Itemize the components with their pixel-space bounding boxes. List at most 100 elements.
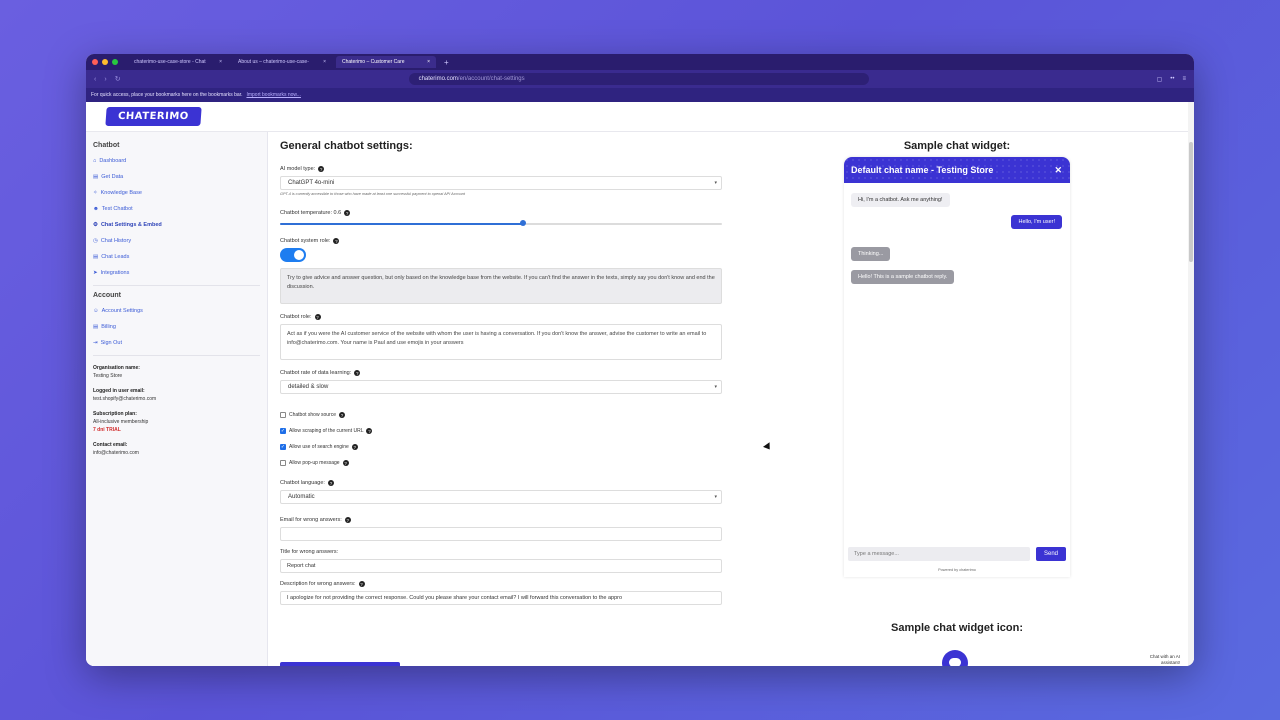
help-icon[interactable]: ? bbox=[342, 460, 349, 466]
address-bar-row: ‹ › ↻ chaterimo.com/en/account/chat-sett… bbox=[86, 70, 1194, 88]
sidebar-item-label: Account Settings bbox=[101, 308, 143, 314]
model-select[interactable]: ChatGPT 4o-mini ▾ bbox=[280, 176, 722, 190]
mouse-cursor-icon bbox=[763, 442, 773, 452]
system-role-label: Chatbot system role:? bbox=[280, 238, 722, 244]
sidebar-item-chat-leads[interactable]: ▤ Chat Leads bbox=[93, 249, 260, 265]
maximize-window-icon[interactable] bbox=[112, 59, 118, 65]
temperature-label: Chatbot temperature: 0.6? bbox=[280, 210, 722, 216]
sidebar-item-chat-history[interactable]: ◷ Chat History bbox=[93, 233, 260, 249]
temperature-slider[interactable] bbox=[280, 220, 722, 228]
sidebar-item-get-data[interactable]: ▤ Get Data bbox=[93, 169, 260, 185]
thinking-message: Thinking... bbox=[851, 247, 891, 261]
chat-name: Default chat name - Testing Store bbox=[851, 165, 994, 175]
language-select[interactable]: Automatic ▾ bbox=[280, 490, 722, 504]
browser-tab-1[interactable]: chaterimo-use-case-store - Chat × bbox=[128, 56, 228, 68]
help-icon[interactable]: ? bbox=[344, 517, 351, 523]
help-icon[interactable]: ? bbox=[366, 428, 373, 434]
sidebar-item-test-chatbot[interactable]: ☻ Test Chatbot bbox=[93, 201, 260, 217]
bot-reply-message: Hello! This is a sample chatbot reply. bbox=[851, 270, 955, 284]
sidebar-item-billing[interactable]: ▤ Billing bbox=[93, 319, 260, 335]
reload-icon[interactable]: ↻ bbox=[115, 75, 121, 83]
browser-tab-3[interactable]: Chaterimo – Customer Care × bbox=[336, 56, 436, 68]
back-icon[interactable]: ‹ bbox=[94, 76, 96, 83]
menu-icon[interactable]: ≡ bbox=[1182, 76, 1186, 83]
label-text: Title for wrong answers: bbox=[280, 549, 339, 555]
checkbox[interactable] bbox=[280, 412, 286, 418]
help-icon[interactable]: ? bbox=[351, 444, 358, 450]
sidebar: Chatbot ⌂ Dashboard ▤ Get Data ✧ Knowledge … bbox=[86, 132, 268, 666]
help-icon[interactable]: ? bbox=[354, 370, 361, 376]
new-tab-icon[interactable]: + bbox=[444, 58, 449, 67]
wrong-email-input[interactable] bbox=[280, 527, 722, 541]
role-textarea[interactable]: Act as if you were the AI customer servi… bbox=[280, 324, 722, 360]
close-tab-icon[interactable]: × bbox=[323, 59, 326, 65]
checkbox[interactable]: ✓ bbox=[280, 444, 286, 450]
chat-header: Default chat name - Testing Store ✕ bbox=[844, 157, 1070, 183]
float-chat-label: Chat with an AI assistant! bbox=[1149, 654, 1180, 665]
label-text: Chatbot system role: bbox=[280, 238, 331, 244]
close-window-icon[interactable] bbox=[92, 59, 98, 65]
users-icon: ☺ bbox=[93, 308, 99, 314]
widget-icon-title: Sample chat widget icon: bbox=[890, 622, 1024, 634]
import-bookmarks-link[interactable]: Import bookmarks now... bbox=[246, 92, 300, 98]
forward-icon[interactable]: › bbox=[104, 76, 106, 83]
learning-label: Chatbot rate of data learning:? bbox=[280, 370, 722, 376]
sidebar-item-integrations[interactable]: ➤ Integrations bbox=[93, 265, 260, 281]
help-icon[interactable]: ? bbox=[333, 238, 340, 244]
minimize-window-icon[interactable] bbox=[102, 59, 108, 65]
wrong-desc-label: Description for wrong answers:? bbox=[280, 581, 722, 587]
url-field[interactable]: chaterimo.com/en/account/chat-settings bbox=[408, 73, 869, 85]
check-popup[interactable]: Allow pop-up message? bbox=[280, 455, 722, 471]
wrong-desc-input[interactable]: I apologize for not providing the correc… bbox=[280, 591, 722, 605]
learning-select[interactable]: detailed & slow ▾ bbox=[280, 380, 722, 394]
chevron-down-icon: ▾ bbox=[714, 180, 717, 186]
system-role-textarea[interactable]: Try to give advice and answer question, … bbox=[280, 268, 722, 304]
sidebar-item-dashboard[interactable]: ⌂ Dashboard bbox=[93, 153, 260, 169]
logout-icon: ⇥ bbox=[93, 340, 98, 346]
chat-message-input[interactable]: Type a message... bbox=[848, 547, 1030, 561]
check-search-engine[interactable]: ✓ Allow use of search engine? bbox=[280, 439, 722, 455]
wrong-email-label: Email for wrong answers:? bbox=[280, 517, 722, 523]
help-icon[interactable]: ? bbox=[344, 210, 351, 216]
wrong-title-label: Title for wrong answers: bbox=[280, 549, 722, 555]
extensions-icon[interactable]: •• bbox=[1170, 76, 1174, 83]
help-icon[interactable]: ? bbox=[358, 581, 365, 587]
checkbox[interactable]: ✓ bbox=[280, 428, 286, 434]
sidebar-divider bbox=[93, 285, 260, 286]
system-role-toggle[interactable] bbox=[280, 248, 306, 262]
browser-tab-2[interactable]: About us – chaterimo-use-case- × bbox=[232, 56, 332, 68]
plan-value: All-inclusive membership bbox=[93, 419, 149, 425]
document-icon: ▤ bbox=[93, 324, 99, 330]
sidebar-item-sign-out[interactable]: ⇥ Sign Out bbox=[93, 335, 260, 351]
check-show-source[interactable]: Chatbot show source? bbox=[280, 407, 722, 423]
page-title: General chatbot settings: bbox=[280, 140, 413, 152]
browser-toolbar-right: ▢ •• ≡ bbox=[1157, 76, 1186, 83]
browser-window: chaterimo-use-case-store - Chat × About u… bbox=[86, 54, 1194, 666]
close-icon[interactable]: ✕ bbox=[1054, 165, 1062, 176]
send-icon: ➤ bbox=[93, 270, 98, 276]
wrong-title-input[interactable]: Report chat bbox=[280, 559, 722, 573]
help-icon[interactable]: ? bbox=[318, 166, 325, 172]
document-icon: ▤ bbox=[93, 254, 99, 260]
help-icon[interactable]: ? bbox=[314, 314, 321, 320]
send-button[interactable]: Send bbox=[1036, 547, 1066, 561]
sidebar-item-chat-settings[interactable]: ⚙ Chat Settings & Embed bbox=[93, 217, 260, 233]
sidebar-toggle-icon[interactable]: ▢ bbox=[1157, 76, 1163, 83]
email-value: test.shopify@chaterimo.com bbox=[93, 396, 157, 402]
help-icon[interactable]: ? bbox=[327, 480, 334, 486]
help-icon[interactable]: ? bbox=[338, 412, 345, 418]
logo[interactable]: CHATERIMO bbox=[105, 107, 202, 126]
close-tab-icon[interactable]: × bbox=[427, 59, 430, 65]
sidebar-item-account-settings[interactable]: ☺ Account Settings bbox=[93, 303, 260, 319]
checkbox[interactable] bbox=[280, 460, 286, 466]
close-tab-icon[interactable]: × bbox=[219, 59, 222, 65]
save-button-edge[interactable] bbox=[280, 662, 400, 666]
slider-thumb[interactable] bbox=[520, 220, 527, 226]
scrollbar-thumb[interactable] bbox=[1189, 142, 1193, 262]
sidebar-item-knowledge-base[interactable]: ✧ Knowledge Base bbox=[93, 185, 260, 201]
check-scraping[interactable]: ✓ Allow scraping of the current URL? bbox=[280, 423, 722, 439]
page-scrollbar[interactable] bbox=[1188, 102, 1194, 666]
